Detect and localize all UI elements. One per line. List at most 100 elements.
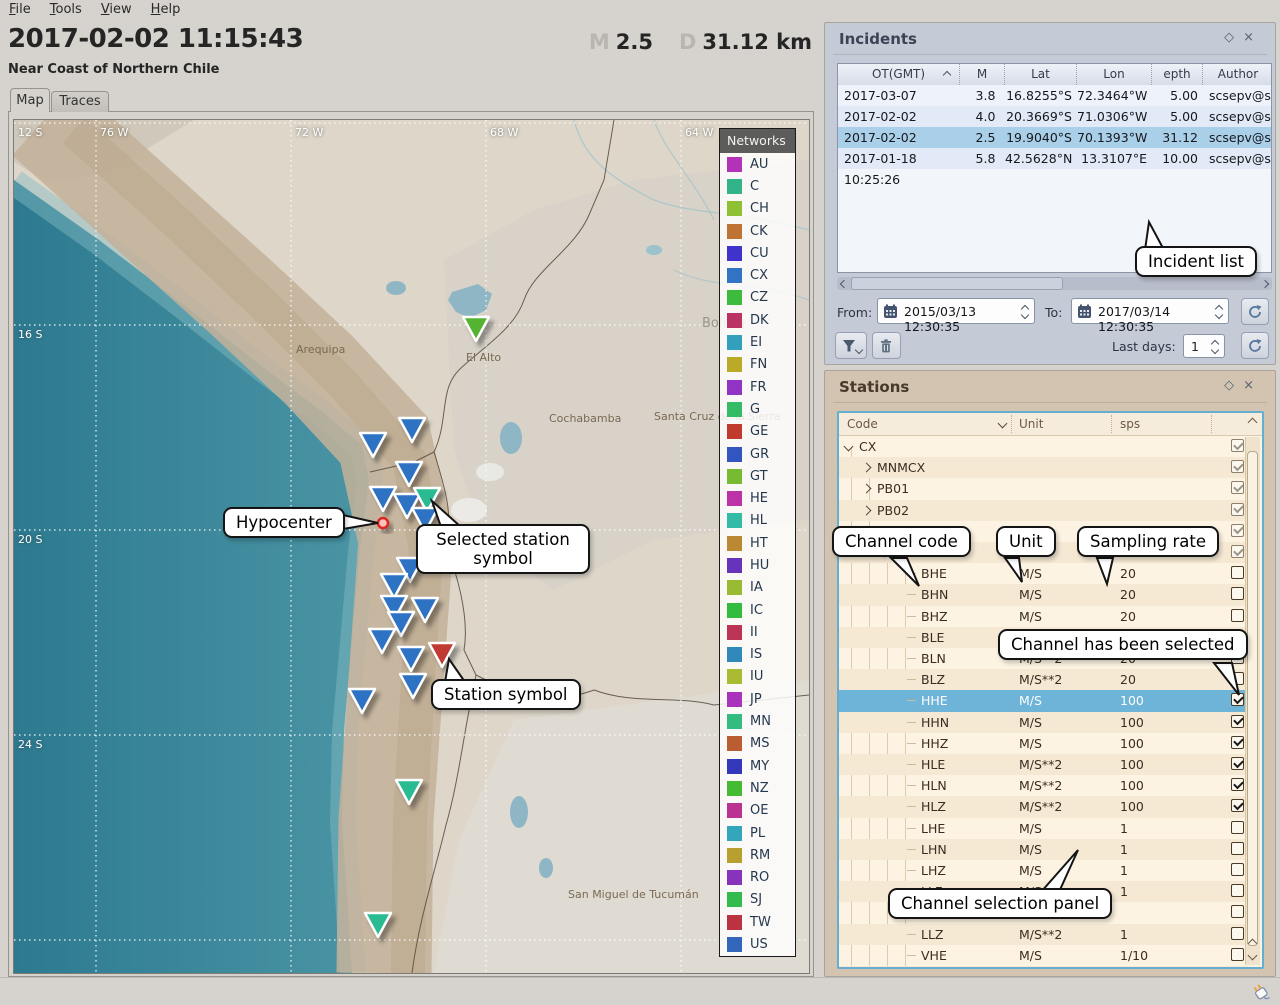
channel-checkbox[interactable] — [1231, 481, 1244, 494]
menu-help[interactable]: Help — [151, 2, 181, 17]
scrollbar-thumb[interactable] — [1247, 451, 1258, 946]
channel-checkbox[interactable] — [1231, 905, 1244, 918]
tree-row-bhz[interactable]: BHZM/S20 — [839, 606, 1248, 627]
refresh-button[interactable] — [1241, 298, 1269, 325]
col-code[interactable]: Code — [847, 413, 878, 435]
tab-map[interactable]: Map — [10, 88, 50, 112]
tree-row-hhz[interactable]: HHZM/S100 — [839, 733, 1248, 754]
to-datetime-input[interactable]: 2017/03/14 12:30:35 — [1071, 298, 1229, 324]
legend-entry-cx: CX — [720, 264, 795, 286]
map-view[interactable]: 12 S 16 S 20 S 24 S 76 W 72 W 68 W 64 W … — [13, 119, 810, 974]
callout-tail — [885, 554, 923, 590]
tree-row-hhe[interactable]: HHEM/S100 — [839, 690, 1248, 711]
tree-row-llz[interactable]: LLZM/S**21 — [839, 924, 1248, 945]
close-panel-icon[interactable]: × — [1243, 30, 1263, 45]
collapse-icon[interactable] — [844, 442, 854, 452]
channel-checkbox[interactable] — [1231, 524, 1244, 537]
tree-scrollbar[interactable] — [1245, 437, 1260, 965]
incident-row[interactable]: 2017-01-18 10:25:265.842.5628°N13.3107°E… — [838, 148, 1271, 169]
channel-checkbox[interactable] — [1231, 863, 1244, 876]
incident-row[interactable]: 2017-03-07 13:45:073.816.8255°S72.3464°W… — [838, 85, 1271, 106]
tree-row-pb01[interactable]: PB01 — [839, 478, 1248, 499]
last-days-spinbox[interactable]: 1 — [1183, 334, 1225, 358]
incident-table[interactable]: OT(GMT) M Lat Lon epth (kn Author 2017-0… — [837, 63, 1272, 273]
channel-checkbox[interactable] — [1231, 842, 1244, 855]
scroll-right-icon[interactable] — [1261, 280, 1269, 288]
channel-checkbox[interactable] — [1231, 587, 1244, 600]
legend-entry-nz: NZ — [720, 777, 795, 799]
scroll-left-icon[interactable] — [840, 280, 848, 288]
expand-icon[interactable] — [862, 505, 872, 515]
tree-row-hhn[interactable]: HHNM/S100 — [839, 712, 1248, 733]
callout-channel-selected: Channel has been selected — [998, 629, 1248, 660]
incident-table-hscrollbar[interactable] — [837, 277, 1272, 290]
incident-cell: scsepv@st — [1203, 106, 1272, 127]
incident-cell: 70.1393°W — [1077, 127, 1152, 148]
tab-traces[interactable]: Traces — [51, 91, 109, 112]
expand-icon[interactable] — [862, 484, 872, 494]
channel-checkbox[interactable] — [1231, 736, 1244, 749]
channel-checkbox[interactable] — [1231, 715, 1244, 728]
col-author[interactable]: Author — [1203, 64, 1272, 85]
scroll-down-icon[interactable] — [1248, 951, 1258, 961]
channel-checkbox[interactable] — [1231, 884, 1244, 897]
channel-checkbox[interactable] — [1231, 460, 1244, 473]
tree-row-mnmcx[interactable]: MNMCX — [839, 457, 1248, 478]
menu-tools[interactable]: Tools — [50, 2, 82, 17]
menu-view[interactable]: View — [101, 2, 132, 17]
trash-icon — [878, 338, 894, 354]
callout-tail — [1000, 554, 1028, 586]
channel-checkbox[interactable] — [1231, 439, 1244, 452]
network-color-chip — [727, 268, 742, 283]
tree-row-vhn[interactable]: VHNM/S1/10 — [839, 966, 1248, 969]
incident-row[interactable]: 2017-02-02 11:15:432.519.9040°S70.1393°W… — [838, 127, 1271, 148]
channel-checkbox[interactable] — [1231, 609, 1244, 622]
filter-button[interactable] — [835, 332, 867, 359]
tree-connector — [907, 828, 916, 829]
channel-checkbox[interactable] — [1231, 778, 1244, 791]
float-panel-icon[interactable]: ◇ — [1224, 30, 1243, 45]
expand-icon[interactable] — [862, 463, 872, 473]
incident-cell: 3.8 — [960, 85, 1005, 106]
close-panel-icon[interactable]: × — [1243, 378, 1263, 393]
col-sps[interactable]: sps — [1120, 413, 1140, 435]
scrollbar-thumb[interactable] — [851, 277, 1063, 290]
refresh-button[interactable] — [1241, 332, 1269, 359]
delete-button[interactable] — [872, 332, 901, 359]
tree-connector — [907, 637, 916, 638]
from-datetime-value[interactable]: 2015/03/13 12:30:35 — [904, 304, 1034, 334]
tree-row-lhe[interactable]: LHEM/S1 — [839, 818, 1248, 839]
from-datetime-input[interactable]: 2015/03/13 12:30:35 — [877, 298, 1035, 324]
channel-checkbox[interactable] — [1231, 757, 1244, 770]
tree-header[interactable]: Code Unit sps — [839, 413, 1262, 436]
network-color-chip — [727, 714, 742, 729]
col-magnitude[interactable]: M — [960, 64, 1005, 85]
tree-row-hln[interactable]: HLNM/S**2100 — [839, 775, 1248, 796]
col-unit[interactable]: Unit — [1019, 413, 1043, 435]
legend-entry-ht: HT — [720, 532, 795, 554]
channel-checkbox[interactable] — [1231, 503, 1244, 516]
incident-row[interactable]: 2017-02-02 13:10:144.020.3669°S71.0306°W… — [838, 106, 1271, 127]
channel-checkbox[interactable] — [1231, 927, 1244, 940]
spin-down-icon[interactable] — [1211, 346, 1219, 354]
to-datetime-value[interactable]: 2017/03/14 12:30:35 — [1098, 304, 1228, 334]
col-lon[interactable]: Lon — [1077, 64, 1152, 85]
float-panel-icon[interactable]: ◇ — [1224, 378, 1243, 393]
tree-row-hle[interactable]: HLEM/S**2100 — [839, 754, 1248, 775]
channel-checkbox[interactable] — [1231, 566, 1244, 579]
lon-label: 72 W — [295, 126, 323, 139]
tree-row-vhe[interactable]: VHEM/S1/10 — [839, 945, 1248, 966]
channel-checkbox[interactable] — [1231, 799, 1244, 812]
col-depth[interactable]: epth (kn — [1152, 64, 1203, 85]
channel-checkbox[interactable] — [1231, 821, 1244, 834]
incident-table-header[interactable]: OT(GMT) M Lat Lon epth (kn Author — [838, 64, 1271, 86]
tree-row-blz[interactable]: BLZM/S**220 — [839, 669, 1248, 690]
col-lat[interactable]: Lat — [1005, 64, 1077, 85]
connection-plug-icon[interactable] — [1250, 981, 1272, 1003]
channel-checkbox[interactable] — [1231, 948, 1244, 961]
channel-checkbox[interactable] — [1231, 545, 1244, 558]
tree-row-pb02[interactable]: PB02 — [839, 500, 1248, 521]
tree-row-cx[interactable]: CX — [839, 436, 1248, 457]
tree-row-hlz[interactable]: HLZM/S**2100 — [839, 796, 1248, 817]
menu-file[interactable]: File — [9, 2, 31, 17]
